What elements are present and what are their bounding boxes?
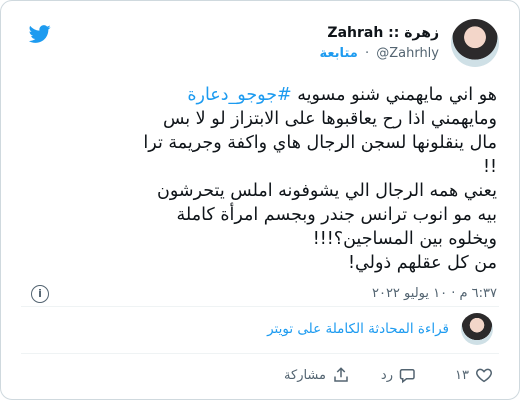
divider: [21, 353, 499, 354]
avatar[interactable]: [451, 19, 499, 67]
info-icon[interactable]: i: [31, 285, 49, 303]
tweet-line: ومايهمني اذا رح يعاقبوها على الابتزاز لو…: [162, 109, 497, 129]
handle-row: @Zahrhly · متابعة: [319, 46, 439, 61]
tweet-line: هو اني مايهمني شنو مسويه #جوجو_دعارة: [187, 85, 497, 105]
tweet-card: زهرة :: Zahrah @Zahrhly · متابعة هو اني …: [0, 0, 520, 400]
share-button[interactable]: مشاركة: [284, 366, 350, 384]
like-button[interactable]: ١٣: [455, 366, 493, 384]
share-label: مشاركة: [284, 367, 326, 383]
tweet-line: من كل عقلهم ذولي!: [348, 253, 497, 273]
twitter-bird-icon[interactable]: [27, 23, 53, 45]
reply-label: رد: [380, 367, 393, 383]
like-count: ١٣: [455, 367, 469, 383]
thread-avatar: [461, 313, 493, 345]
heart-icon: [476, 368, 492, 383]
tweet-line: مال ينقلونها لسجن الرجال هاي واكفة وجريم…: [143, 133, 497, 153]
tweet-line: بيه مو انوب ترانس جندر وبجسم امرأة كاملة: [176, 205, 497, 225]
read-thread-link[interactable]: قراءة المحادثة الكاملة على تويتر: [267, 321, 449, 337]
divider: [21, 306, 499, 307]
tweet-line: !!: [482, 157, 497, 177]
tweet-timestamp[interactable]: ٦:٣٧ م · ١٠ يوليو ٢٠٢٢: [372, 286, 497, 301]
hashtag-link[interactable]: #جوجو_دعارة: [187, 85, 291, 105]
display-name[interactable]: زهرة :: Zahrah: [327, 25, 439, 41]
tweet-line: ويخلوه بين المساجين؟!!!: [312, 229, 497, 249]
tweet-body: هو اني مايهمني شنو مسويه #جوجو_دعارة وما…: [27, 83, 497, 275]
tweet-line: يعني همه الرجال الي يشوفونه املس يتحرشون: [157, 181, 497, 201]
follow-button[interactable]: متابعة: [319, 46, 357, 61]
share-icon: [334, 367, 348, 382]
user-handle[interactable]: @Zahrhly: [376, 46, 439, 61]
reply-icon: [399, 369, 415, 384]
separator-dot: ·: [364, 46, 370, 61]
reply-button[interactable]: رد: [381, 366, 417, 384]
